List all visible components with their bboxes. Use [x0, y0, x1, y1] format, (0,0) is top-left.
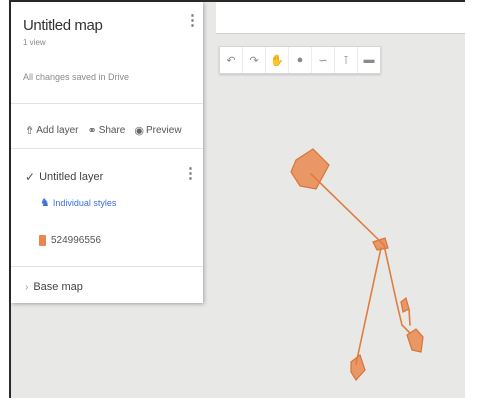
individual-styles-link[interactable]: ♞ Individual styles — [40, 196, 116, 209]
feature-line[interactable] — [310, 173, 385, 246]
base-map-row[interactable]: › Base map — [25, 281, 83, 293]
feature-label: 524996556 — [51, 235, 102, 246]
feature-list-item[interactable]: 524996556 — [39, 235, 101, 246]
feature-line[interactable] — [383, 244, 411, 334]
share-icon: ⚭ — [87, 125, 97, 137]
feature-line[interactable] — [355, 247, 382, 365]
feature-polygon[interactable] — [290, 148, 330, 190]
layer-row: ✓ Untitled layer — [25, 170, 103, 184]
divider — [11, 266, 203, 267]
feature-polygon[interactable] — [400, 296, 410, 313]
map-sidebar-panel: Untitled map ⋮ 1 view All changes saved … — [11, 2, 203, 303]
divider — [11, 103, 203, 104]
feature-shape-icon — [39, 235, 46, 246]
layer-visibility-checkbox[interactable]: ✓ — [25, 170, 35, 184]
base-map-label: Base map — [33, 281, 83, 293]
preview-icon: ◉ — [134, 125, 144, 137]
divider — [11, 148, 203, 149]
map-actions: ⇮ Add layer ⚭ Share ◉ Preview — [25, 124, 182, 137]
add-layer-label: Add layer — [36, 125, 79, 136]
feature-line[interactable] — [408, 308, 411, 326]
expand-icon: › — [25, 281, 29, 293]
more-options-icon[interactable]: ⋮ — [185, 13, 200, 28]
layer-options-icon[interactable]: ⋮ — [183, 166, 198, 181]
individual-styles-label: Individual styles — [52, 197, 117, 208]
preview-button[interactable]: ◉ Preview — [134, 124, 181, 137]
map-title[interactable]: Untitled map — [23, 17, 103, 34]
layer-name[interactable]: Untitled layer — [39, 171, 103, 183]
share-label: Share — [98, 125, 126, 136]
view-count: 1 view — [23, 38, 46, 47]
style-paint-icon: ♞ — [40, 197, 50, 209]
add-layer-button[interactable]: ⇮ Add layer — [25, 124, 78, 137]
share-button[interactable]: ⚭ Share — [87, 124, 125, 137]
preview-label: Preview — [145, 125, 182, 136]
save-status: All changes saved in Drive — [23, 72, 130, 82]
feature-polygon[interactable] — [350, 354, 366, 381]
add-layer-icon: ⇮ — [25, 125, 35, 137]
